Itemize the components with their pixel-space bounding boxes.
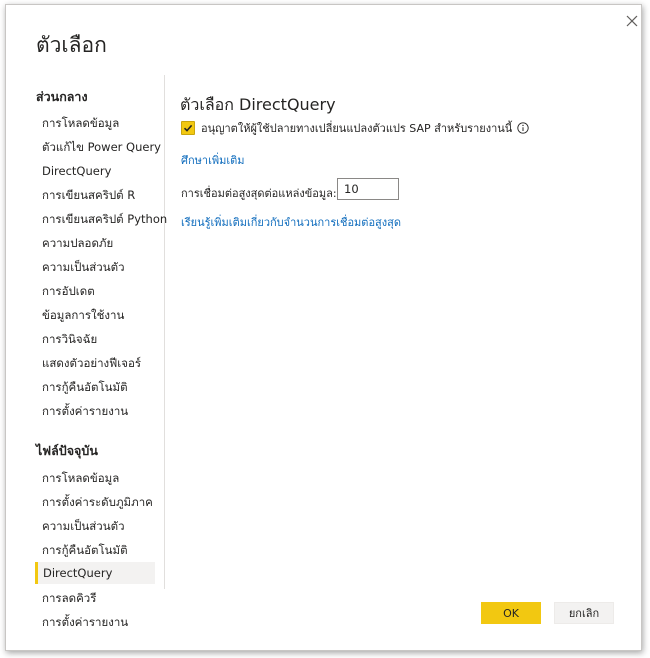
sidebar-item-global-report-settings[interactable]: การตั้งค่ารายงาน bbox=[38, 400, 155, 422]
sidebar-item-current-data-load[interactable]: การโหลดข้อมูล bbox=[38, 467, 155, 489]
max-connections-input[interactable] bbox=[337, 178, 399, 200]
sap-variables-label: อนุญาตให้ผู้ใช้ปลายทางเปลี่ยนแปลงตัวแปร … bbox=[201, 122, 513, 135]
sidebar-item-current-directquery[interactable]: DirectQuery bbox=[35, 562, 155, 584]
sidebar-divider bbox=[164, 75, 165, 589]
ok-button[interactable]: OK bbox=[481, 602, 541, 624]
content-title: ตัวเลือก DirectQuery bbox=[180, 95, 336, 114]
sidebar-header-global: ส่วนกลาง bbox=[36, 89, 88, 104]
cancel-button[interactable]: ยกเลิก bbox=[554, 602, 614, 624]
learn-more-link[interactable]: ศึกษาเพิ่มเติม bbox=[181, 151, 245, 169]
sidebar-item-global-auto-recovery[interactable]: การกู้คืนอัตโนมัติ bbox=[38, 376, 155, 398]
dialog-title: ตัวเลือก bbox=[36, 33, 107, 57]
options-dialog: ตัวเลือก ส่วนกลาง การโหลดข้อมูล ตัวแก้ไข… bbox=[5, 4, 642, 651]
max-connections-learn-more-link[interactable]: เรียนรู้เพิ่มเติมเกี่ยวกับจำนวนการเชื่อม… bbox=[181, 213, 401, 231]
sidebar-item-global-python-scripting[interactable]: การเขียนสคริปต์ Python bbox=[38, 208, 167, 230]
sidebar-item-global-privacy[interactable]: ความเป็นส่วนตัว bbox=[38, 256, 155, 278]
sidebar-item-global-r-scripting[interactable]: การเขียนสคริปต์ R bbox=[38, 184, 155, 206]
sidebar-header-current-file: ไฟล์ปัจจุบัน bbox=[36, 443, 98, 458]
close-icon[interactable] bbox=[623, 12, 641, 30]
sidebar-item-global-usage-data[interactable]: ข้อมูลการใช้งาน bbox=[38, 304, 155, 326]
sidebar-item-global-security[interactable]: ความปลอดภัย bbox=[38, 232, 155, 254]
sidebar-item-current-auto-recovery[interactable]: การกู้คืนอัตโนมัติ bbox=[38, 539, 155, 561]
sidebar-item-global-data-load[interactable]: การโหลดข้อมูล bbox=[38, 112, 155, 134]
sidebar-item-global-diagnostics[interactable]: การวินิจฉัย bbox=[38, 328, 155, 350]
sidebar-item-global-preview-features[interactable]: แสดงตัวอย่างฟีเจอร์ bbox=[38, 352, 155, 374]
sap-variables-option: อนุญาตให้ผู้ใช้ปลายทางเปลี่ยนแปลงตัวแปร … bbox=[181, 120, 529, 136]
sidebar-item-global-updates[interactable]: การอัปเดต bbox=[38, 280, 155, 302]
sidebar-item-current-query-reduction[interactable]: การลดคิวรี bbox=[38, 587, 155, 609]
checkmark-icon bbox=[183, 124, 193, 132]
sidebar-item-global-directquery[interactable]: DirectQuery bbox=[38, 160, 155, 182]
sidebar-item-current-report-settings[interactable]: การตั้งค่ารายงาน bbox=[38, 611, 155, 633]
sidebar-item-global-power-query-editor[interactable]: ตัวแก้ไข Power Query bbox=[38, 136, 161, 158]
sidebar-item-current-regional-settings[interactable]: การตั้งค่าระดับภูมิภาค bbox=[38, 491, 155, 513]
sidebar-item-current-privacy[interactable]: ความเป็นส่วนตัว bbox=[38, 515, 155, 537]
info-icon[interactable] bbox=[517, 122, 529, 134]
max-connections-label: การเชื่อมต่อสูงสุดต่อแหล่งข้อมูล: bbox=[181, 187, 337, 200]
sap-variables-checkbox[interactable] bbox=[181, 121, 195, 135]
